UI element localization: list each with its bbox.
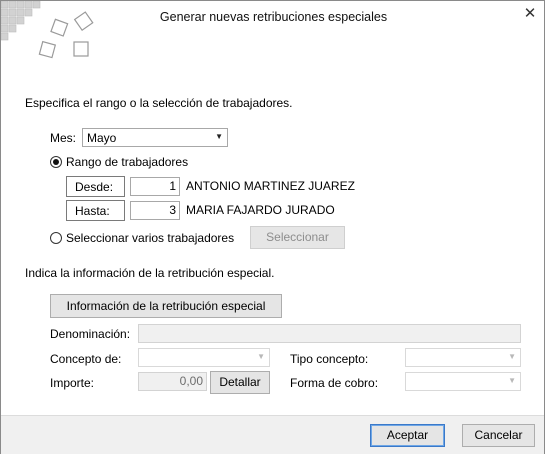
- to-label-box: Hasta:: [66, 200, 125, 221]
- from-label-box: Desde:: [66, 176, 125, 197]
- amount-input[interactable]: 0,00: [138, 372, 207, 391]
- retribution-instruction: Indica la información de la retribución …: [25, 266, 275, 280]
- month-select[interactable]: Mayo ▼: [82, 128, 228, 147]
- dialog-title: Generar nuevas retribuciones especiales: [159, 10, 388, 24]
- chevron-down-icon: ▼: [508, 352, 516, 361]
- amount-label: Importe:: [50, 376, 95, 390]
- detail-button[interactable]: Detallar: [210, 371, 270, 394]
- concept-label: Concepto de:: [50, 352, 122, 366]
- cancel-button[interactable]: Cancelar: [462, 424, 535, 447]
- denomination-label: Denominación:: [50, 327, 131, 341]
- chevron-down-icon: ▼: [257, 352, 265, 361]
- from-worker-name: ANTONIO MARTINEZ JUAREZ: [186, 179, 355, 193]
- denomination-input[interactable]: [138, 324, 521, 343]
- selection-instruction: Especifica el rango o la selección de tr…: [25, 96, 293, 110]
- multi-option-label: Seleccionar varios trabajadores: [66, 231, 235, 245]
- month-label: Mes:: [50, 131, 77, 145]
- concept-type-select[interactable]: ▼: [405, 348, 521, 367]
- to-label: Hasta:: [75, 204, 110, 218]
- to-input[interactable]: 3: [130, 201, 180, 220]
- concept-select[interactable]: ▼: [138, 348, 270, 367]
- concept-type-label: Tipo concepto:: [290, 352, 369, 366]
- close-icon[interactable]: ✕: [520, 4, 540, 24]
- accept-button[interactable]: Aceptar: [370, 424, 445, 447]
- payment-select[interactable]: ▼: [405, 372, 521, 391]
- from-input[interactable]: 1: [130, 177, 180, 196]
- to-worker-name: MARIA FAJARDO JURADO: [186, 203, 335, 217]
- month-value: Mayo: [87, 131, 117, 145]
- dialog-window: Generar nuevas retribuciones especiales …: [0, 0, 545, 454]
- select-workers-button[interactable]: Seleccionar: [250, 226, 345, 249]
- range-option-label: Rango de trabajadores: [66, 155, 189, 169]
- chevron-down-icon: ▼: [215, 132, 223, 141]
- from-label: Desde:: [75, 180, 114, 194]
- range-radio[interactable]: [50, 156, 62, 168]
- info-retribution-button[interactable]: Información de la retribución especial: [50, 294, 282, 318]
- chevron-down-icon: ▼: [508, 376, 516, 385]
- payment-label: Forma de cobro:: [290, 376, 379, 390]
- multi-select-radio[interactable]: [50, 232, 62, 244]
